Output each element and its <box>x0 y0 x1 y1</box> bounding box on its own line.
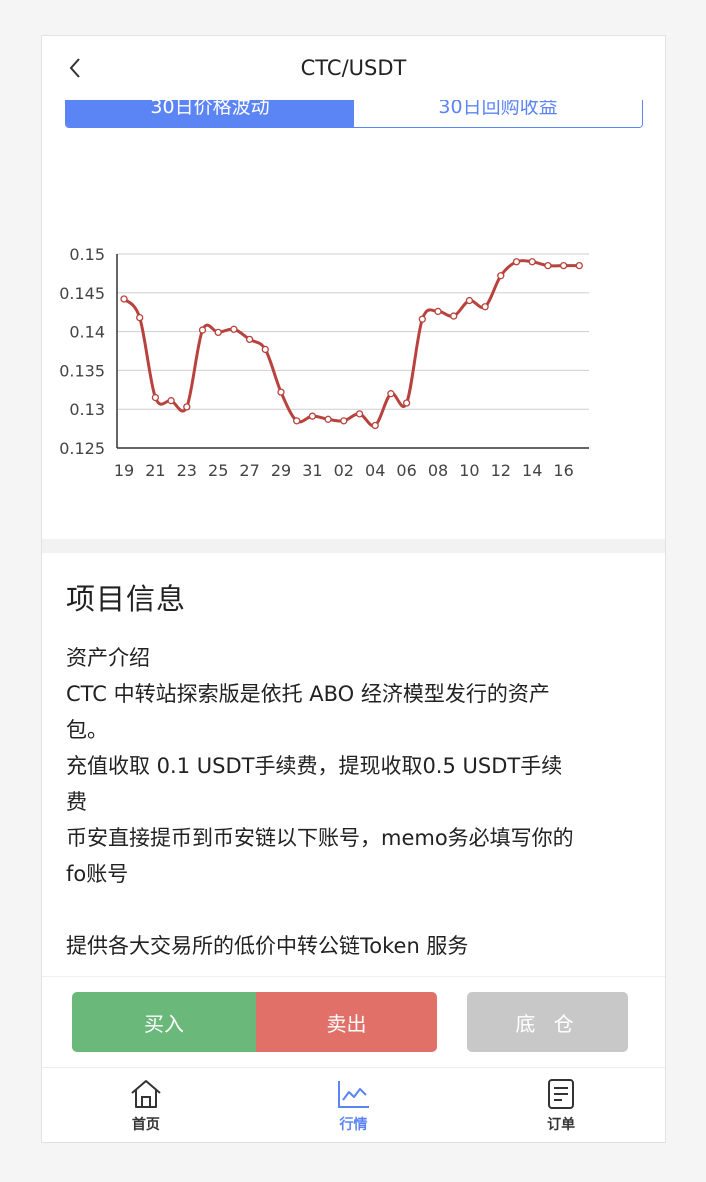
data-point <box>308 412 317 420</box>
info-line: 提供各大交易所的低价中转公链Token 服务 <box>66 934 469 958</box>
x-tick-label: 23 <box>177 461 197 480</box>
x-tick-label: 04 <box>365 461 385 480</box>
x-tick-label: 14 <box>522 461 542 480</box>
data-point <box>512 258 521 266</box>
x-tick-label: 19 <box>114 461 134 480</box>
data-point <box>198 326 207 334</box>
y-tick-label: 0.14 <box>69 323 105 342</box>
section-divider <box>42 539 665 553</box>
y-tick-label: 0.13 <box>69 400 105 419</box>
buy-button[interactable]: 买入 <box>72 992 256 1052</box>
data-point <box>167 397 175 405</box>
data-point <box>387 390 395 398</box>
sell-button[interactable]: 卖出 <box>256 992 437 1052</box>
y-tick-label: 0.135 <box>59 361 105 380</box>
data-point <box>544 261 552 270</box>
y-tick-label: 0.145 <box>59 284 105 303</box>
info-line: CTC 中转站探索版是依托 ABO 经济模型发行的资产 <box>66 682 550 706</box>
data-point <box>418 315 426 323</box>
x-tick-label: 10 <box>459 461 479 480</box>
info-blank-line <box>66 892 646 928</box>
x-tick-label: 31 <box>302 461 322 480</box>
x-tick-label: 16 <box>553 461 573 480</box>
info-line: 币安直接提币到币安链以下账号，memo务必填写你的 <box>66 826 574 850</box>
data-point <box>277 388 285 396</box>
data-point <box>402 399 411 407</box>
app-screen: 30日价格波动 30日回购收益 CTC/USDT 0.15 0.145 0.14 0.… <box>41 35 666 1143</box>
data-point <box>261 345 269 354</box>
nav-header: CTC/USDT <box>42 36 665 100</box>
data-point <box>214 328 222 337</box>
info-title: 项目信息 <box>66 582 187 616</box>
x-tick-label: 27 <box>239 461 259 480</box>
x-tick-label: 02 <box>334 461 354 480</box>
data-point <box>151 393 160 402</box>
x-tick-label: 29 <box>271 461 291 480</box>
page-title: CTC/USDT <box>300 56 407 80</box>
data-point <box>450 312 458 320</box>
info-line: 费 <box>66 790 87 814</box>
tab-orders-label: 订单 <box>547 1117 576 1133</box>
tab-home[interactable]: 首页 <box>42 1068 250 1142</box>
y-tick-label: 0.125 <box>59 439 105 458</box>
data-point <box>245 335 254 344</box>
data-point <box>183 403 191 411</box>
data-point <box>120 295 128 303</box>
project-info: 项目信息 资产介绍 CTC 中转站探索版是依托 ABO 经济模型发行的资产 包。… <box>66 576 646 964</box>
home-icon <box>131 1080 161 1108</box>
x-tick-label: 08 <box>428 461 448 480</box>
data-point <box>355 410 364 418</box>
data-point <box>575 261 583 270</box>
info-line: 充值收取 0.1 USDT手续费，提现收取0.5 USDT手续 <box>66 754 563 778</box>
price-series-line <box>122 259 580 428</box>
x-tick-label: 21 <box>145 461 165 480</box>
bottom-position-button[interactable]: 底 仓 <box>467 992 628 1052</box>
info-line: 资产介绍 <box>66 646 150 670</box>
data-point <box>293 417 301 425</box>
data-point <box>465 296 474 305</box>
data-point <box>230 325 238 333</box>
info-line: 包。 <box>66 718 108 742</box>
tab-home-label: 首页 <box>131 1117 160 1133</box>
market-chart-icon <box>337 1081 369 1108</box>
data-point <box>324 415 332 423</box>
order-list-icon <box>548 1079 575 1109</box>
tab-market[interactable]: 行情 <box>250 1068 458 1142</box>
y-tick-label: 0.15 <box>69 245 105 264</box>
data-point <box>434 307 442 316</box>
data-point <box>497 272 505 280</box>
data-point <box>528 258 536 266</box>
info-body: 资产介绍 CTC 中转站探索版是依托 ABO 经济模型发行的资产 包。 充值收取… <box>66 640 646 964</box>
info-line: fo账号 <box>66 862 129 886</box>
x-tick-label: 12 <box>491 461 511 480</box>
bottom-tab-bar: 首页 行情 订单 <box>42 1067 665 1142</box>
tab-market-label: 行情 <box>339 1117 368 1133</box>
x-tick-label: 25 <box>208 461 228 480</box>
data-point <box>136 313 144 322</box>
data-point <box>481 303 489 311</box>
data-point <box>340 417 348 425</box>
tab-orders[interactable]: 订单 <box>457 1068 665 1142</box>
data-point <box>371 421 379 430</box>
data-point <box>559 261 568 270</box>
action-bar: 买入 卖出 底 仓 <box>42 976 665 1067</box>
x-tick-label: 06 <box>396 461 416 480</box>
price-line-chart: 0.15 0.145 0.14 0.135 0.13 0.125 19 21 23 25 27 29 3… <box>59 245 589 480</box>
